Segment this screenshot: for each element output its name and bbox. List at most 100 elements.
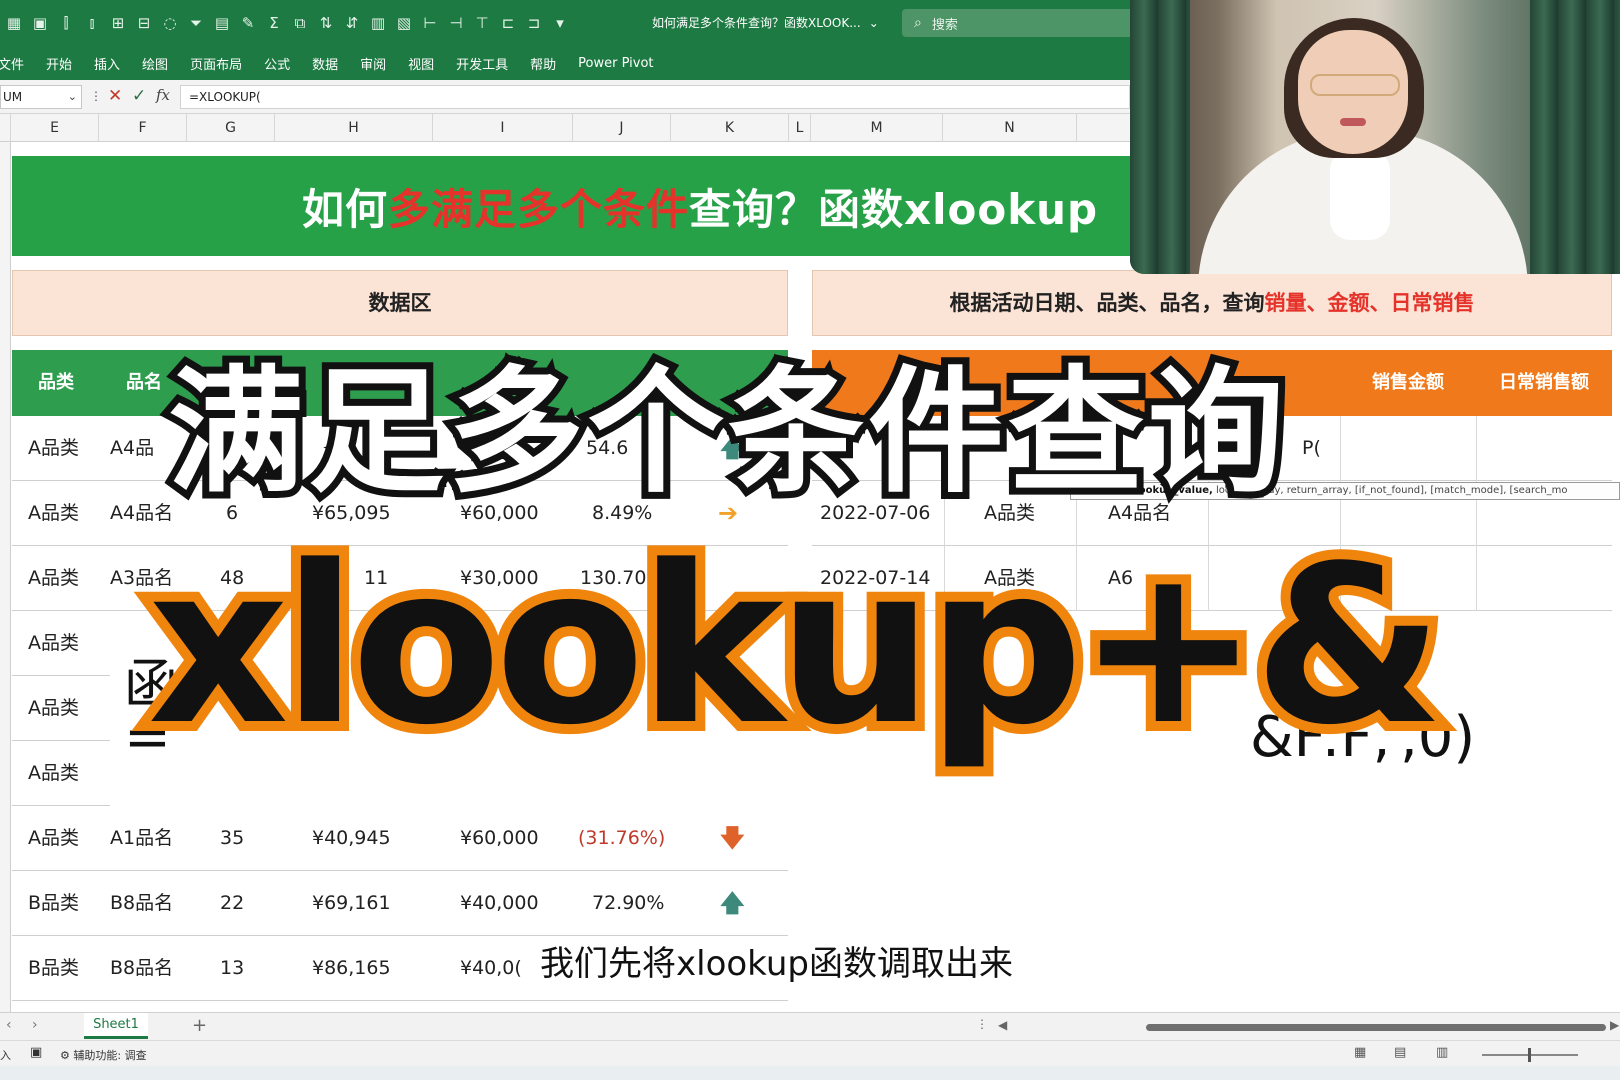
tab-insert[interactable]: 插入 [94, 54, 120, 73]
align-left-icon[interactable]: ⊢ [420, 13, 440, 33]
insert-column-icon[interactable]: ⫿ [56, 13, 76, 33]
row-header[interactable] [0, 142, 11, 1012]
cell-category: A品类 [28, 632, 79, 654]
formula-input[interactable]: =XLOOKUP( [180, 85, 1130, 109]
brush-icon[interactable]: ✎ [238, 13, 258, 33]
zoom-slider-thumb[interactable] [1528, 1048, 1531, 1062]
column-header-h[interactable]: H [275, 114, 433, 142]
customize-dropdown-icon[interactable]: ▾ [550, 13, 570, 33]
curtain-right [1530, 0, 1620, 274]
grid-line [1476, 546, 1477, 611]
align-top-icon[interactable]: ⊤ [472, 13, 492, 33]
select-all-corner[interactable] [0, 114, 11, 142]
tab-page-layout[interactable]: 页面布局 [190, 54, 242, 73]
tab-review[interactable]: 审阅 [360, 54, 386, 73]
column-header-l[interactable]: L [789, 114, 811, 142]
cell-rate: (31.76%) [578, 827, 666, 849]
status-mode: 入 [0, 1049, 11, 1062]
outdent-icon[interactable]: ⊐ [524, 13, 544, 33]
arrow-up-icon: 🡅 [720, 889, 745, 917]
cell-quantity: 22 [220, 892, 245, 914]
delete-column-icon[interactable]: ⫾ [82, 13, 102, 33]
tab-data[interactable]: 数据 [312, 54, 338, 73]
cell-product: A4品 [110, 437, 155, 459]
tab-power-pivot[interactable]: Power Pivot [578, 56, 653, 71]
tab-help[interactable]: 帮助 [530, 54, 556, 73]
cell-category: B品类 [28, 957, 80, 979]
chevron-down-icon: ⌄ [868, 16, 879, 30]
column-header-g[interactable]: G [187, 114, 275, 142]
copy-icon[interactable]: ⧉ [290, 13, 310, 33]
form-icon[interactable]: ▥ [368, 13, 388, 33]
tab-formulas[interactable]: 公式 [264, 54, 290, 73]
delete-row-icon[interactable]: ⊟ [134, 13, 154, 33]
normal-view-icon[interactable]: ▦ [1354, 1045, 1366, 1060]
filter-icon[interactable]: ⏷ [186, 13, 206, 33]
overlay-formula: xlookup+& [138, 510, 1454, 783]
more-icon[interactable]: ⋮ [90, 89, 102, 103]
name-box[interactable]: UM ⌄ [0, 85, 82, 109]
horizontal-scrollbar[interactable] [1146, 1024, 1606, 1031]
cell-category: A品类 [28, 567, 79, 589]
chevron-left-icon[interactable]: ‹ [6, 1017, 12, 1033]
page-layout-view-icon[interactable]: ▤ [1394, 1045, 1406, 1060]
banner-title: 如何多满足多个条件查询？函数xlookup [302, 176, 1098, 237]
sort-desc-icon[interactable]: ⇵ [342, 13, 362, 33]
active-formula-cell[interactable]: P( [1302, 416, 1321, 481]
os-taskbar [0, 1066, 1620, 1080]
column-header-k[interactable]: K [671, 114, 789, 142]
align-center-icon[interactable]: ⊣ [446, 13, 466, 33]
status-bar: 入 ▣ ⚙ 辅助功能: 调查 ▦ ▤ ▥ [0, 1040, 1620, 1066]
scroll-left-icon[interactable]: ◀ [998, 1018, 1007, 1032]
more-icon[interactable]: ⋮ [976, 1017, 988, 1031]
column-header-n[interactable]: N [943, 114, 1077, 142]
macro-record-icon[interactable]: ▣ [30, 1045, 42, 1060]
insert-row-icon[interactable]: ⊞ [108, 13, 128, 33]
column-header-e[interactable]: E [11, 114, 99, 142]
tab-home[interactable]: 开始 [46, 54, 72, 73]
cell-quantity: 35 [220, 827, 245, 849]
cell-target: ¥60,000 [460, 827, 539, 849]
search-icon: ⌕ [914, 15, 922, 31]
cancel-icon[interactable]: ✕ [108, 86, 122, 106]
data-area-label: 数据区 [368, 291, 432, 315]
save-icon[interactable]: ▣ [30, 13, 50, 33]
scroll-right-icon[interactable]: ▶ [1610, 1018, 1619, 1032]
video-subtitle: 我们先将xlookup函数调取出来 [540, 944, 1013, 984]
accessibility-label: 辅助功能: 调查 [73, 1049, 147, 1062]
quick-access-toolbar: ▦ ▣ ⫿ ⫾ ⊞ ⊟ ◌ ⏷ ▤ ✎ Σ ⧉ ⇅ ⇵ ▥ ▧ ⊢ ⊣ ⊤ ⊏ … [0, 13, 570, 33]
add-sheet-icon[interactable]: + [192, 1015, 207, 1036]
table-icon[interactable]: ▤ [212, 13, 232, 33]
table-row[interactable]: B品类 B8品名 22 ¥69,161 ¥40,000 72.90% 🡅 [12, 871, 788, 936]
shapes-icon[interactable]: ◌ [160, 13, 180, 33]
column-header-i[interactable]: I [433, 114, 573, 142]
sheet-tab-sheet1[interactable]: Sheet1 [84, 1013, 148, 1039]
document-title[interactable]: 如何满足多个条件查询？函数XLOOK... ⌄ [652, 14, 879, 31]
chevron-down-icon[interactable]: ⌄ [68, 86, 77, 108]
tab-file[interactable]: 文件 [0, 54, 24, 73]
tab-draw[interactable]: 绘图 [142, 54, 168, 73]
merge-icon[interactable]: ▧ [394, 13, 414, 33]
tab-view[interactable]: 视图 [408, 54, 434, 73]
sum-icon[interactable]: Σ [264, 13, 284, 33]
presenter-glasses [1310, 74, 1400, 96]
banner-title-part1: 如何 [302, 185, 389, 234]
page-break-view-icon[interactable]: ▥ [1436, 1045, 1448, 1060]
presenter-bow [1330, 150, 1390, 240]
indent-icon[interactable]: ⊏ [498, 13, 518, 33]
enter-icon[interactable]: ✓ [132, 86, 146, 106]
overlay-headline: 满足多个条件查询 [161, 347, 1291, 519]
tab-developer[interactable]: 开发工具 [456, 54, 508, 73]
table-row[interactable]: A品类 A1品名 35 ¥40,945 ¥60,000 (31.76%) 🡇 [12, 806, 788, 871]
column-header-j[interactable]: J [573, 114, 671, 142]
accessibility-status[interactable]: ⚙ 辅助功能: 调查 [60, 1047, 147, 1063]
column-header-m[interactable]: M [811, 114, 943, 142]
insert-function-icon[interactable]: fx [156, 86, 170, 104]
grid-icon[interactable]: ▦ [4, 13, 24, 33]
column-header-f[interactable]: F [99, 114, 187, 142]
search-box[interactable]: ⌕ 搜索 [902, 9, 1138, 37]
query-area-highlight: 销量、金额、日常销售 [1264, 291, 1475, 315]
chevron-right-icon[interactable]: › [32, 1017, 38, 1033]
cell-rate: 72.90% [592, 892, 665, 914]
sort-asc-icon[interactable]: ⇅ [316, 13, 336, 33]
